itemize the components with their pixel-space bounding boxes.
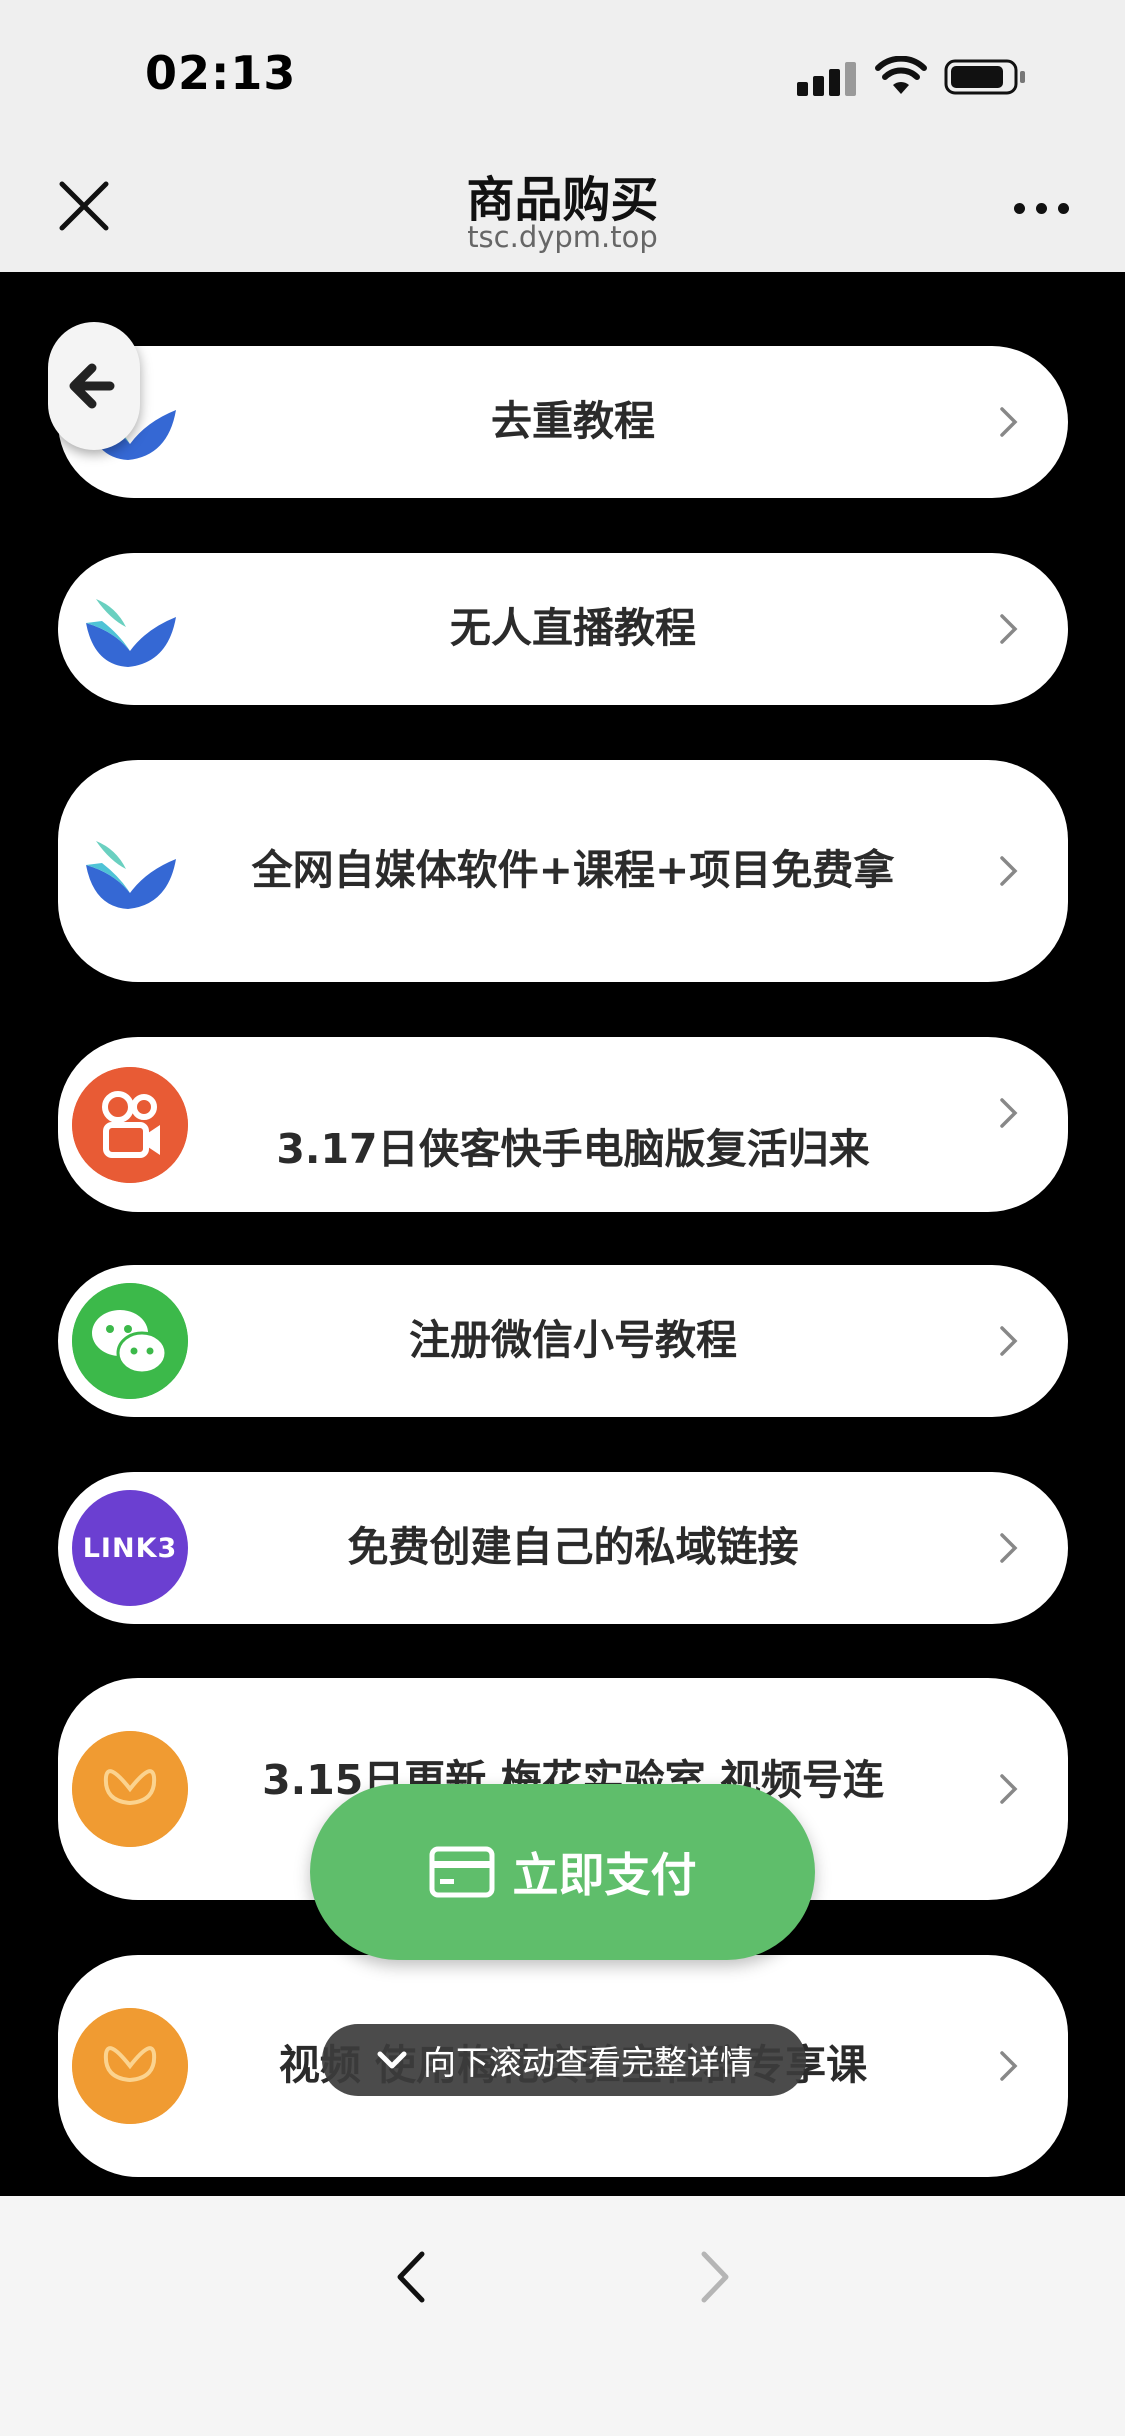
butterfly-icon [72,1731,188,1847]
browser-forward-icon[interactable] [690,2246,738,2308]
status-time: 02:13 [145,46,297,100]
content-area: 去重教程 无人直播教程 全网自媒体软件+课程+项目免费拿 3.17日侠客快手电脑… [0,272,1125,2196]
browser-bottom-bar [0,2196,1125,2436]
item-label: 无人直播教程 [450,604,696,653]
wifi-icon [875,56,927,94]
arrow-left-icon [69,363,115,409]
cellular-signal-icon [797,62,857,96]
nav-header: 商品购买 tsc.dypm.top [0,140,1125,272]
chevron-right-icon [1000,1326,1018,1356]
chevron-right-icon [1000,2051,1018,2081]
page-domain: tsc.dypm.top [467,220,658,254]
chevron-down-icon [377,2051,407,2069]
item-label: 注册微信小号教程 [409,1316,737,1365]
list-item[interactable]: 3.17日侠客快手电脑版复活归来 [58,1037,1068,1212]
chevron-right-icon [1000,407,1018,437]
kuaishou-icon [72,1066,188,1183]
item-label: 3.17日侠客快手电脑版复活归来 [276,1124,870,1173]
back-button[interactable] [48,322,140,450]
list-item[interactable]: 无人直播教程 [58,553,1068,705]
butterfly-icon [72,2008,188,2124]
list-item[interactable]: LINK3 免费创建自己的私域链接 [58,1472,1068,1624]
bird-logo-icon [86,841,176,909]
item-label: 全网自媒体软件+课程+项目免费拿 [251,846,895,895]
list-item[interactable]: 全网自媒体软件+课程+项目免费拿 [58,760,1068,982]
chevron-right-icon [1000,614,1018,644]
pay-now-label: 立即支付 [512,1848,697,1902]
browser-back-icon[interactable] [388,2246,436,2308]
link3-icon: LINK3 [72,1490,188,1606]
wechat-icon [72,1283,188,1399]
status-bar: 02:13 [0,0,1125,140]
credit-card-icon [429,1846,494,1898]
item-label: 去重教程 [491,397,655,446]
scroll-hint-label: 向下滚动查看完整详情 [423,2043,753,2082]
bird-logo-icon [86,599,176,667]
more-options-icon[interactable] [1012,192,1072,222]
battery-icon [944,59,1025,95]
item-label: 免费创建自己的私域链接 [347,1523,799,1572]
chevron-right-icon [1000,1097,1018,1128]
pay-now-button[interactable]: 立即支付 [310,1784,815,1960]
list-item[interactable]: 去重教程 [58,346,1068,498]
chevron-right-icon [1000,1774,1018,1804]
chevron-right-icon [1000,856,1018,886]
list-item[interactable]: 注册微信小号教程 [58,1265,1068,1417]
scroll-hint[interactable]: 向下滚动查看完整详情 [322,2024,806,2096]
chevron-right-icon [1000,1533,1018,1563]
